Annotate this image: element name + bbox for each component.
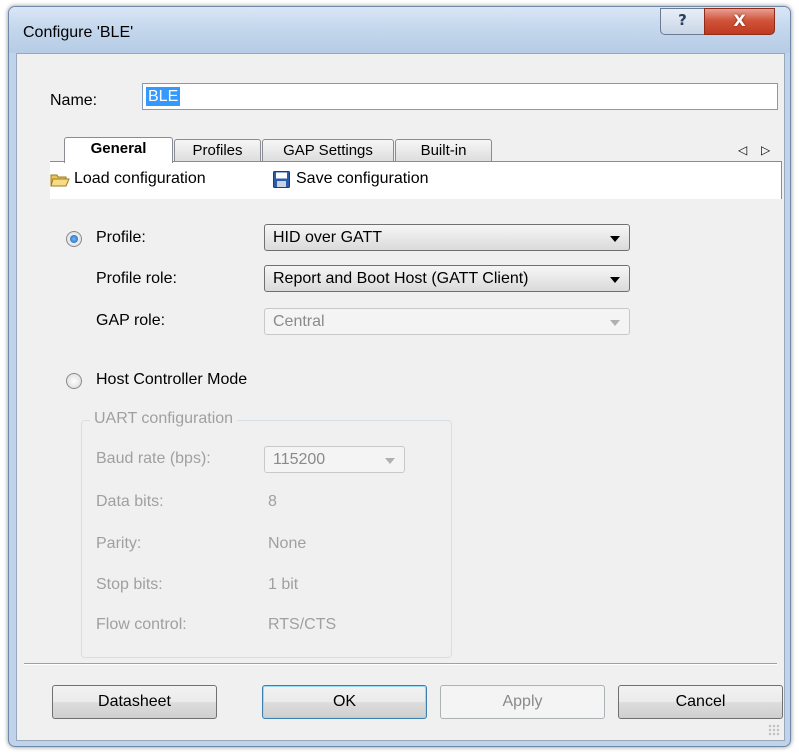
host-controller-radio[interactable] [66,373,82,389]
apply-button[interactable]: Apply [440,685,605,719]
close-icon: X [733,11,746,30]
folder-open-icon [50,172,70,187]
tab-profiles[interactable]: Profiles [174,139,261,162]
chevron-down-icon [610,277,620,283]
gap-role-value: Central [273,313,325,330]
profile-role-label: Profile role: [96,270,177,287]
profile-select[interactable]: HID over GATT [264,224,630,251]
close-button[interactable]: X [704,8,775,35]
profile-radio[interactable] [66,231,82,247]
save-icon [273,170,290,188]
title-bar: Configure 'BLE' ? X [9,7,790,53]
help-icon: ? [678,11,687,29]
gap-role-select[interactable]: Central [264,308,630,335]
parity-value: None [268,535,307,552]
chevron-down-icon [610,236,620,242]
name-label: Name: [50,92,98,109]
baud-rate-label: Baud rate (bps): [96,450,211,467]
configure-dialog: Configure 'BLE' ? X Name: BLE General Pr… [8,6,791,747]
chevron-down-icon [610,320,620,326]
uart-group-title: UART configuration [90,410,238,428]
profile-role-value: Report and Boot Host (GATT Client) [273,270,529,287]
host-controller-label: Host Controller Mode [96,371,248,388]
flow-control-label: Flow control: [96,616,187,633]
name-input[interactable]: BLE [142,83,778,110]
tab-general[interactable]: General [64,137,173,163]
gap-role-label: GAP role: [96,312,166,329]
parity-label: Parity: [96,535,142,552]
chevron-down-icon [385,458,395,464]
baud-rate-value: 115200 [273,451,326,468]
load-configuration-label: Load configuration [74,170,206,187]
name-value: BLE [146,87,181,106]
save-configuration-label: Save configuration [296,170,429,187]
dialog-body: Name: BLE General Profiles GAP Settings … [16,53,785,741]
tab-strip: General Profiles GAP Settings Built-in ◁… [50,137,782,163]
save-configuration-button[interactable]: Save configuration [273,170,429,188]
data-bits-value: 8 [268,493,277,510]
stop-bits-value: 1 bit [268,576,299,593]
tab-built-in[interactable]: Built-in [395,139,492,162]
data-bits-label: Data bits: [96,493,164,510]
tab-toolbar: Load configuration Save configuration [50,161,782,199]
resize-grip-icon[interactable] [768,724,780,736]
profile-label: Profile: [96,229,146,246]
profile-select-value: HID over GATT [273,229,383,246]
baud-rate-select[interactable]: 115200 [264,446,405,473]
ok-button[interactable]: OK [262,685,427,719]
tab-scroll-arrows[interactable]: ◁ ▷ [738,143,775,157]
flow-control-value: RTS/CTS [268,616,337,633]
button-separator [24,663,777,665]
datasheet-button[interactable]: Datasheet [52,685,217,719]
profile-role-select[interactable]: Report and Boot Host (GATT Client) [264,265,630,292]
help-button[interactable]: ? [660,8,705,35]
cancel-button[interactable]: Cancel [618,685,783,719]
tab-gap-settings[interactable]: GAP Settings [262,139,394,162]
load-configuration-button[interactable]: Load configuration [50,170,206,188]
stop-bits-label: Stop bits: [96,576,163,593]
window-title: Configure 'BLE' [23,24,134,41]
